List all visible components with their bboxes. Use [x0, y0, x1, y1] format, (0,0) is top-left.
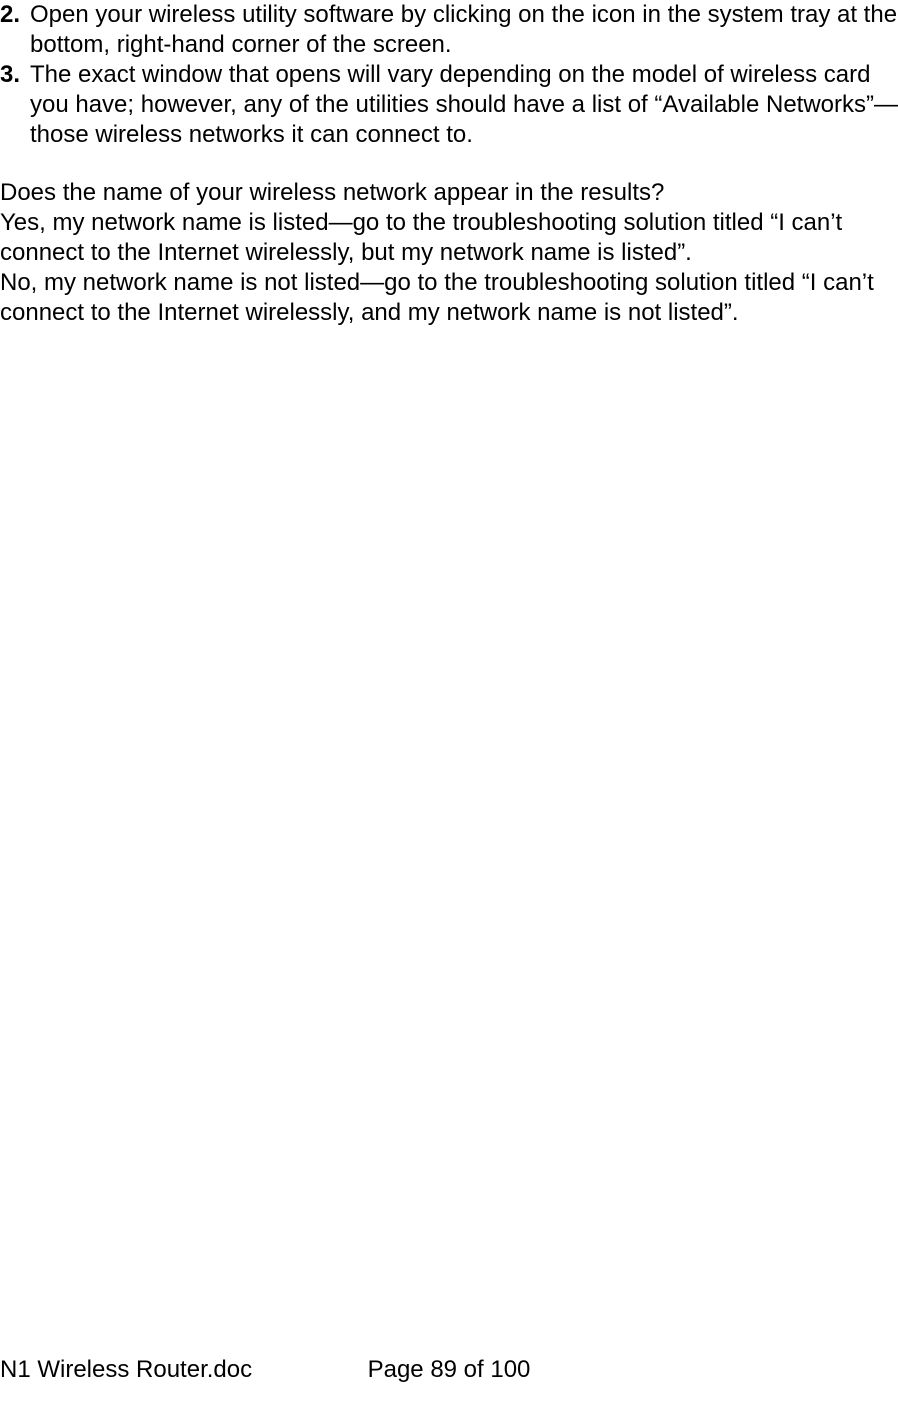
body-paragraph: Does the name of your wireless network a…	[0, 178, 898, 328]
yes-answer: Yes, my network name is listed—go to the…	[0, 208, 898, 268]
no-answer: No, my network name is not listed—go to …	[0, 268, 898, 328]
page-footer: N1 Wireless Router.doc Page 89 of 100	[0, 1355, 898, 1385]
document-content: 2. Open your wireless utility software b…	[0, 0, 898, 328]
list-number: 3.	[0, 60, 30, 150]
list-item-2: 2. Open your wireless utility software b…	[0, 0, 898, 60]
list-number: 2.	[0, 0, 30, 60]
question-text: Does the name of your wireless network a…	[0, 178, 898, 208]
footer-page-number: Page 89 of 100	[0, 1355, 898, 1385]
list-text: The exact window that opens will vary de…	[30, 60, 898, 150]
list-item-3: 3. The exact window that opens will vary…	[0, 60, 898, 150]
list-text: Open your wireless utility software by c…	[30, 0, 898, 60]
